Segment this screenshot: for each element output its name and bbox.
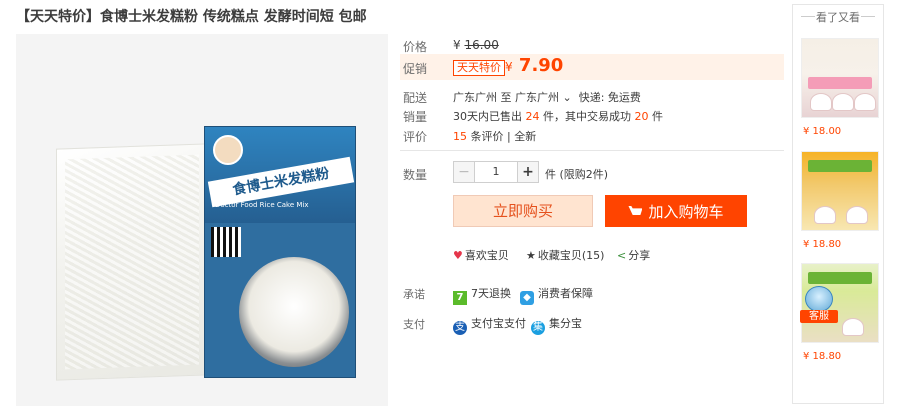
thumbnail-banner xyxy=(808,77,872,89)
cake-image xyxy=(842,318,864,336)
sales-mid: 件，其中交易成功 xyxy=(543,110,631,123)
rating-label: 评价 xyxy=(403,130,428,144)
express-fee: 快递: 免运费 xyxy=(578,91,641,104)
quantity-unit: 件 (限购2件) xyxy=(545,168,609,181)
sales-suffix: 件 xyxy=(652,110,663,123)
thumbnail-banner xyxy=(808,272,872,284)
rice-bag-image xyxy=(56,143,208,381)
jfb-label: 集分宝 xyxy=(549,317,582,330)
currency-symbol: ¥ xyxy=(453,38,461,52)
current-price: ¥ 7.90 xyxy=(505,55,563,76)
sidebar-item-thumbnail[interactable] xyxy=(801,38,879,118)
sidebar-item-price[interactable]: ¥ 18.00 xyxy=(803,126,841,137)
like-label: 喜欢宝贝 xyxy=(464,249,509,262)
delivery-info[interactable]: 广东广州 至 广东广州 ⌄ 快递: 免运费 xyxy=(453,89,641,105)
title-tag: 【天天特价】 xyxy=(16,9,100,25)
sales-prefix: 30天内已售出 xyxy=(453,110,522,123)
rating-text[interactable]: 条评价 | 全新 xyxy=(471,130,537,143)
heart-icon: ♥ xyxy=(453,249,463,262)
share-icon: < xyxy=(617,249,627,262)
current-currency-symbol: ¥ xyxy=(505,60,513,74)
chevron-down-icon[interactable]: ⌄ xyxy=(563,91,572,104)
promo-label: 促销 xyxy=(403,62,428,76)
add-to-cart-button[interactable]: 加入购物车 xyxy=(605,195,747,227)
quantity-label: 数量 xyxy=(403,168,428,182)
original-price: ¥ 16.00 xyxy=(453,38,499,52)
chef-logo-icon xyxy=(213,135,243,165)
product-title: 【天天特价】食博士米发糕粉 传统糕点 发酵时间短 包邮 xyxy=(16,6,367,26)
buy-now-button[interactable]: 立即购买 xyxy=(453,195,593,227)
current-price-value: 7.90 xyxy=(518,55,564,76)
seven-day-return-icon: 7 xyxy=(453,291,467,305)
cake-image xyxy=(846,206,868,224)
alipay-label: 支付宝支付 xyxy=(471,317,526,330)
jfb-icon: 集 xyxy=(531,321,545,335)
cake-image xyxy=(814,206,836,224)
alipay-payment[interactable]: 支支付宝支付 xyxy=(453,315,526,335)
cake-image xyxy=(810,93,832,111)
collect-button[interactable]: ★ 收藏宝贝(15) xyxy=(526,247,604,263)
rating-info[interactable]: 15 条评价 | 全新 xyxy=(453,128,536,144)
promo-tag: 天天特价 xyxy=(453,60,505,76)
price-label: 价格 xyxy=(403,40,428,54)
cake-image xyxy=(854,93,876,111)
customer-service-label: 客服 xyxy=(800,310,838,323)
rating-count[interactable]: 15 xyxy=(453,130,467,143)
sidebar-item-price[interactable]: ¥ 18.80 xyxy=(803,351,841,362)
thumbnail-banner xyxy=(808,160,872,172)
service-label: 承诺 xyxy=(403,288,425,301)
sales-info: 30天内已售出 24 件，其中交易成功 20 件 xyxy=(453,108,663,124)
seven-day-return-label: 7天退换 xyxy=(471,287,511,300)
payment-label: 支付 xyxy=(403,318,425,331)
shield-icon: ◆ xyxy=(520,291,534,305)
product-box-image: 食博士米发糕粉 Doctor Food Rice Cake Mix xyxy=(204,126,356,378)
seven-day-return[interactable]: 7 7天退换 xyxy=(453,285,511,305)
main-product-image[interactable]: 食博士米发糕粉 Doctor Food Rice Cake Mix xyxy=(16,34,388,406)
sidebar-item-thumbnail[interactable] xyxy=(801,151,879,231)
title-name: 食博士米发糕粉 传统糕点 发酵时间短 包邮 xyxy=(100,9,367,25)
quantity-input[interactable]: 1 xyxy=(475,161,517,183)
share-button[interactable]: < 分享 xyxy=(617,247,650,263)
quantity-increase-button[interactable]: + xyxy=(517,161,539,183)
share-label: 分享 xyxy=(628,249,651,262)
original-price-value: 16.00 xyxy=(464,38,499,52)
star-icon: ★ xyxy=(526,249,536,262)
alipay-icon: 支 xyxy=(453,321,467,335)
box-product-subtitle: Doctor Food Rice Cake Mix xyxy=(215,201,309,209)
qr-code-icon xyxy=(211,227,241,257)
customer-service-icon xyxy=(805,286,833,312)
rice-bowl-image xyxy=(239,257,349,367)
cart-icon xyxy=(628,206,643,215)
sidebar-title: 看了又看 xyxy=(793,9,883,25)
see-also-sidebar: 看了又看 ¥ 18.00 ¥ 18.80 ¥ 18.80 xyxy=(792,4,884,404)
quantity-decrease-button[interactable]: − xyxy=(453,161,475,183)
sidebar-item-price[interactable]: ¥ 18.80 xyxy=(803,239,841,250)
delivery-label: 配送 xyxy=(403,91,428,105)
sales-label: 销量 xyxy=(403,110,428,124)
like-button[interactable]: ♥ 喜欢宝贝 xyxy=(453,247,509,263)
sales-success-count: 20 xyxy=(634,110,649,123)
collect-label: 收藏宝贝(15) xyxy=(537,249,605,262)
divider xyxy=(400,150,784,151)
consumer-protection-label: 消费者保障 xyxy=(538,287,593,300)
cake-image xyxy=(832,93,854,111)
jfb-payment[interactable]: 集集分宝 xyxy=(531,315,582,335)
sales-sold-count: 24 xyxy=(525,110,540,123)
customer-service-button[interactable]: 客服 xyxy=(800,286,838,324)
delivery-route[interactable]: 广东广州 至 广东广州 xyxy=(453,91,559,104)
add-to-cart-label: 加入购物车 xyxy=(648,203,724,221)
consumer-protection[interactable]: ◆ 消费者保障 xyxy=(520,285,593,305)
